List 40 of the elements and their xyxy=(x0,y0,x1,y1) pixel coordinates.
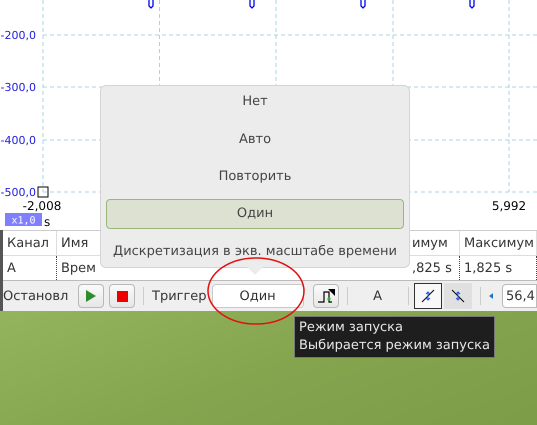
menu-item[interactable]: Авто xyxy=(106,124,404,154)
menu-item[interactable]: Повторить xyxy=(106,162,404,192)
status-label: Остановл xyxy=(3,288,70,304)
axis-label: -300,0 xyxy=(0,81,36,94)
play-button[interactable] xyxy=(78,284,104,308)
edge-toggle-button[interactable] xyxy=(414,283,442,309)
threshold-field[interactable]: 56,4 xyxy=(502,284,537,308)
left-arrow-icon xyxy=(488,291,493,301)
table-cell: 1,825 s xyxy=(464,260,512,276)
stop-button[interactable] xyxy=(109,284,135,308)
axis-label: -2,008 xyxy=(22,199,62,213)
axis-label: -500,0 xyxy=(0,186,36,199)
menu-item[interactable]: Дискретизация в экв. масштабе времени xyxy=(106,236,404,266)
tooltip-title: Режим запуска xyxy=(299,319,404,337)
edge-toggle-button[interactable] xyxy=(444,283,472,309)
table-cell: А xyxy=(7,260,16,276)
column-header: Максимум xyxy=(464,236,534,250)
tooltip-text: Выбирается режим запуска xyxy=(299,337,490,355)
rising-edge-icon xyxy=(420,288,436,304)
axis-label: -400,0 xyxy=(0,134,36,147)
table-cell: ,825 s xyxy=(412,260,452,276)
menu-item[interactable]: Нет xyxy=(106,87,404,116)
zoom-badge: x1,0 xyxy=(5,213,42,226)
column-header: Имя xyxy=(61,236,88,250)
menu-item[interactable]: Один xyxy=(106,199,404,229)
axis-label: 5,992 xyxy=(492,199,526,213)
trigger-label: Триггер xyxy=(152,288,207,304)
unit-label: s xyxy=(44,215,50,229)
column-header: имум xyxy=(412,236,448,250)
channel-label: A xyxy=(372,288,384,304)
column-header: Канал xyxy=(7,236,49,250)
marker-icon xyxy=(38,186,48,198)
trigger-edge-button[interactable] xyxy=(312,284,339,308)
falling-edge-icon xyxy=(450,288,466,304)
axis-label: -200,0 xyxy=(0,29,36,42)
table-cell: Врем xyxy=(61,260,96,276)
trigger-mode-dropdown[interactable]: Один xyxy=(212,284,304,308)
pulse-icon xyxy=(316,288,335,304)
play-icon xyxy=(86,290,96,302)
stop-icon xyxy=(116,290,128,302)
